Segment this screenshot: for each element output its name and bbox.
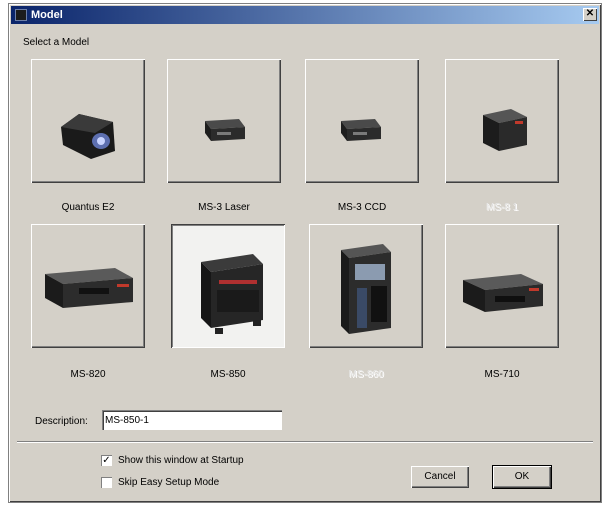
model-tile-ms3-ccd[interactable] xyxy=(305,59,419,183)
model-label: MS-860 xyxy=(348,369,384,380)
ms850-scanner-icon xyxy=(201,254,263,334)
cancel-button[interactable]: Cancel xyxy=(411,466,469,488)
model-tile-ms710[interactable] xyxy=(445,224,559,348)
ms710-scanner-icon xyxy=(463,274,543,312)
model-tile-ms860[interactable] xyxy=(309,224,423,348)
ms3-laser-scanner-icon xyxy=(205,119,245,141)
model-label: MS-850 xyxy=(210,369,246,380)
skip-easy-setup-checkbox[interactable]: Skip Easy Setup Mode xyxy=(101,477,271,489)
model-label: MS-710 xyxy=(484,369,520,380)
model-tile-ms81[interactable] xyxy=(445,59,559,183)
close-button[interactable]: ✕ xyxy=(583,8,597,21)
quantus-e2-scanner-icon xyxy=(61,114,115,159)
checkbox-box[interactable] xyxy=(101,477,112,488)
model-label: MS-3 CCD xyxy=(337,202,387,213)
divider xyxy=(17,441,593,443)
show-at-startup-checkbox[interactable]: ✓ Show this window at Startup xyxy=(101,455,271,467)
model-label: MS-8 1 xyxy=(485,202,519,213)
window-title: Model xyxy=(31,9,63,21)
model-label: Quantus E2 xyxy=(61,202,115,213)
title-bar[interactable]: Model ✕ xyxy=(11,6,599,24)
ms860-scanner-icon xyxy=(341,244,391,334)
description-field[interactable] xyxy=(102,410,282,430)
description-label: Description: xyxy=(35,416,88,427)
model-label: MS-3 Laser xyxy=(198,202,250,213)
model-dialog: Model ✕ Select a Model Quantus E2 MS-3 L… xyxy=(8,3,602,503)
checkbox-box[interactable]: ✓ xyxy=(101,455,112,466)
model-tile-ms820[interactable] xyxy=(31,224,145,348)
ms820-scanner-icon xyxy=(45,268,133,308)
model-tile-ms3-laser[interactable] xyxy=(167,59,281,183)
model-tile-quantus-e2[interactable] xyxy=(31,59,145,183)
checkbox-label: Show this window at Startup xyxy=(118,455,244,466)
model-tile-ms850[interactable] xyxy=(171,224,285,348)
app-icon xyxy=(15,9,27,21)
ms3-ccd-scanner-icon xyxy=(341,119,381,141)
select-model-label: Select a Model xyxy=(23,37,90,48)
model-label: MS-820 xyxy=(70,369,106,380)
ok-button[interactable]: OK xyxy=(492,465,552,489)
checkbox-label: Skip Easy Setup Mode xyxy=(118,477,220,488)
ms81-scanner-icon xyxy=(483,109,527,151)
